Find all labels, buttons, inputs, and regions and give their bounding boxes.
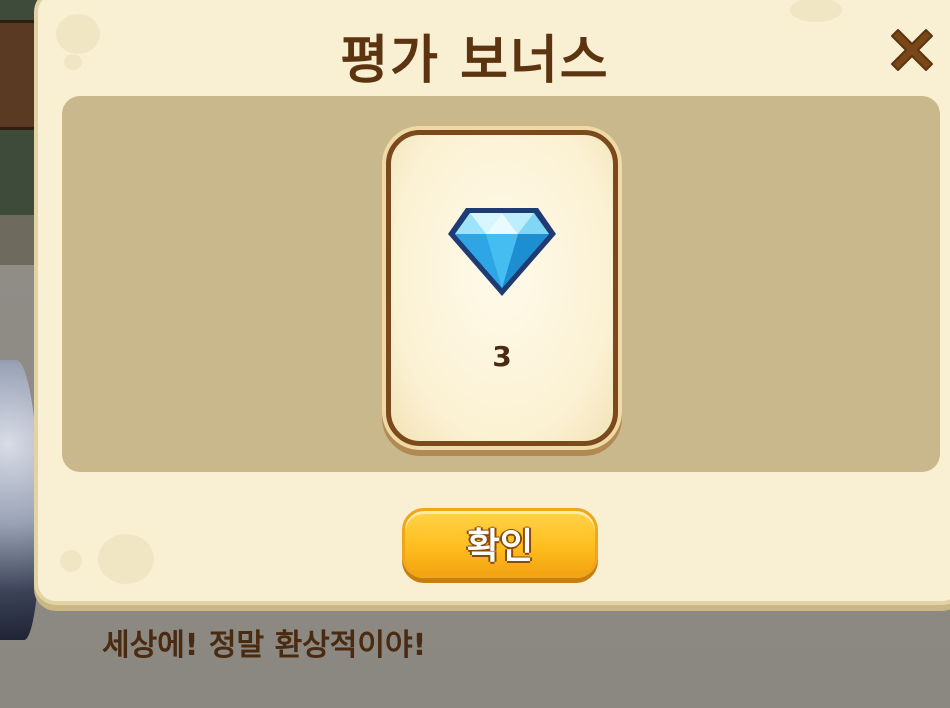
confirm-button[interactable]: 확인 bbox=[402, 508, 598, 578]
close-x-icon bbox=[891, 29, 933, 71]
reward-count: 3 bbox=[492, 340, 512, 373]
diamond-gem-icon bbox=[448, 208, 556, 296]
pebble-decoration bbox=[98, 534, 154, 584]
confirm-button-label: 확인 bbox=[466, 526, 534, 567]
pebble-decoration bbox=[60, 550, 82, 572]
close-button[interactable] bbox=[888, 24, 936, 72]
character-dialogue: 세상에! 정말 환상적이야! bbox=[102, 628, 427, 663]
dialog-title: 평가 보너스 bbox=[340, 31, 610, 91]
